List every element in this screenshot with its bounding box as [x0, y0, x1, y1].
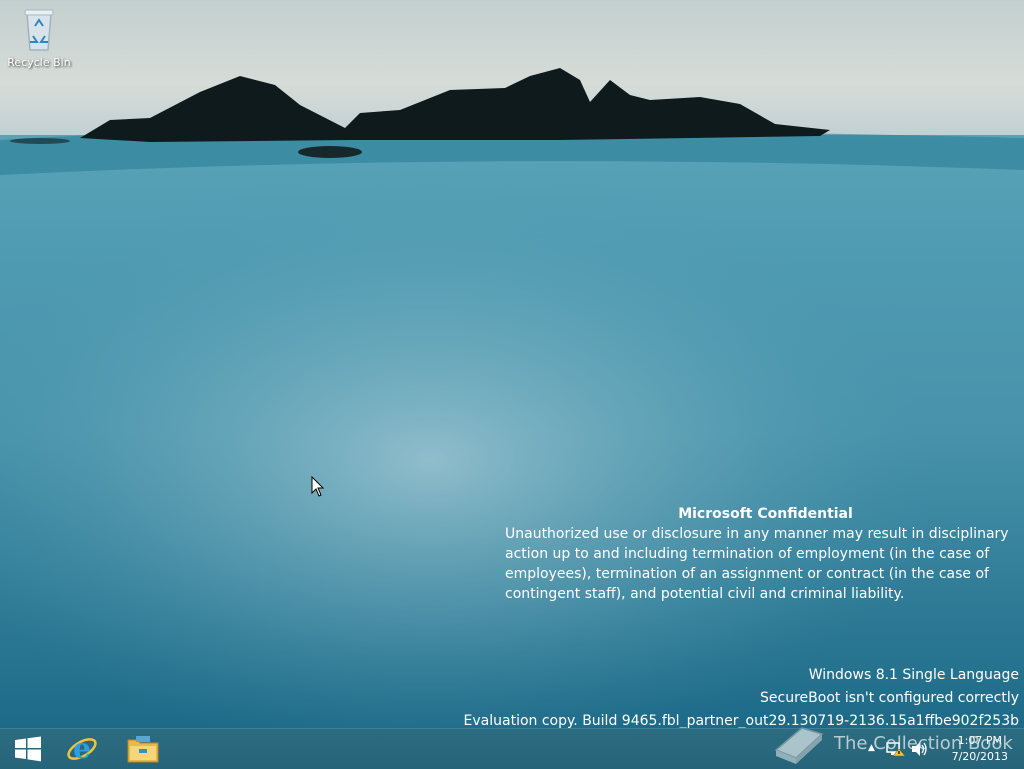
build-watermark: Windows 8.1 Single Language SecureBoot i… [464, 664, 1019, 728]
recycle-bin-label: Recycle Bin [7, 56, 71, 69]
svg-text:e: e [73, 732, 91, 765]
internet-explorer-icon: e [67, 732, 97, 765]
file-explorer-icon [127, 736, 159, 763]
mouse-cursor-icon [311, 476, 325, 497]
confidential-title: Microsoft Confidential [678, 506, 853, 522]
recycle-bin-icon [24, 9, 54, 51]
wallpaper-image [0, 0, 1024, 728]
recycle-bin-desktop-icon[interactable]: Recycle Bin [4, 4, 74, 69]
edition-text: Windows 8.1 Single Language [808, 667, 1019, 683]
collection-book-text: The Collection Book [834, 732, 1013, 754]
desktop[interactable]: Recycle Bin Microsoft Confidential Unaut… [0, 0, 1024, 728]
secureboot-text: SecureBoot isn't configured correctly [760, 690, 1019, 706]
internet-explorer-taskbar-button[interactable]: e [54, 729, 110, 769]
collection-book-overlay-logo: The Collection Book [772, 720, 1013, 766]
book-icon [774, 727, 824, 764]
windows-logo-icon [15, 736, 41, 762]
start-button[interactable] [0, 729, 56, 769]
confidential-notice: Microsoft Confidential Unauthorized use … [505, 504, 1020, 604]
confidential-body: Unauthorized use or disclosure in any ma… [505, 526, 1009, 602]
file-explorer-taskbar-button[interactable] [115, 729, 171, 769]
